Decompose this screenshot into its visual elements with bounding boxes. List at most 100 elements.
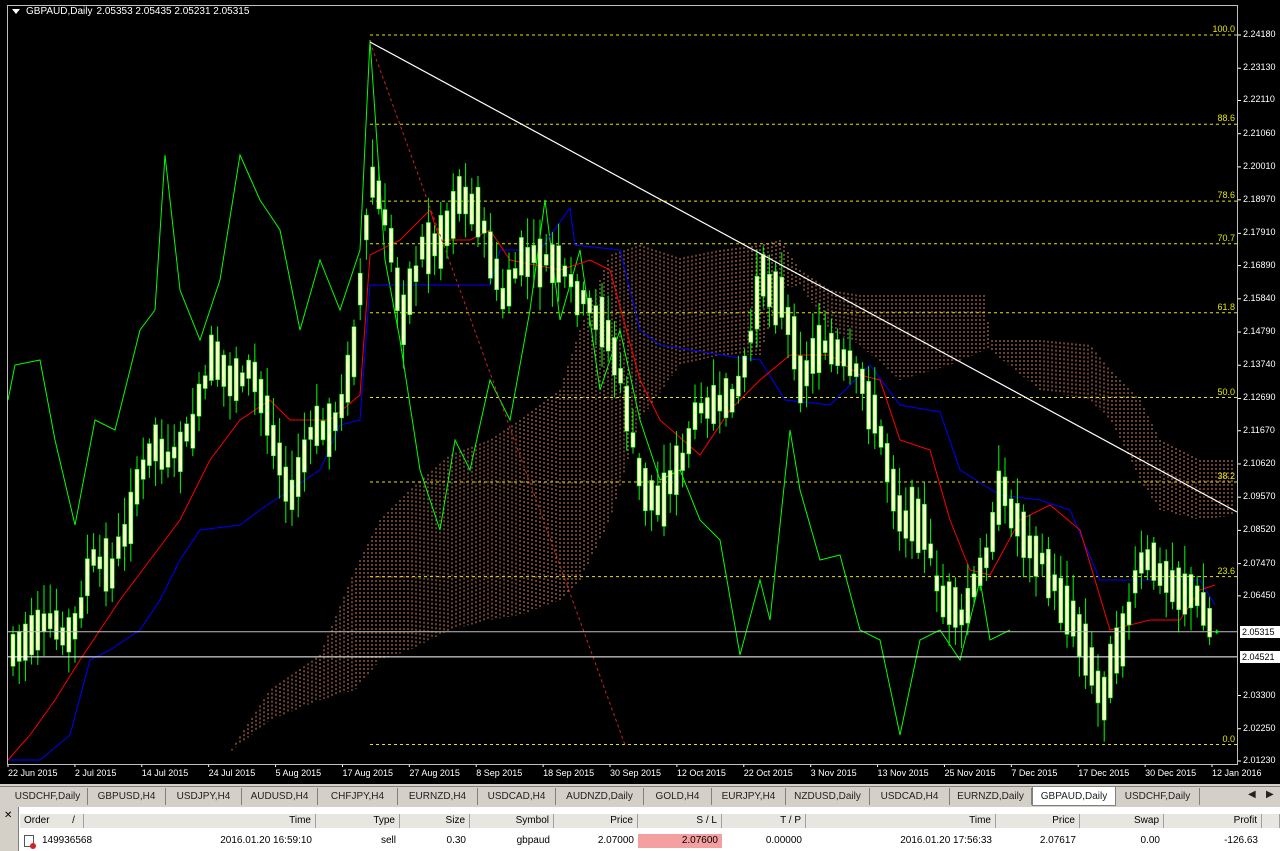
price-tick-label: 2.24180 bbox=[1243, 29, 1276, 39]
candle-body bbox=[1201, 592, 1206, 626]
candle-body bbox=[581, 289, 586, 305]
candle-body bbox=[953, 587, 958, 628]
candle-body bbox=[388, 227, 394, 263]
price-tick-label: 2.12690 bbox=[1243, 392, 1276, 403]
chart-header: GBPAUD,Daily 2.05353 2.05435 2.05231 2.0… bbox=[12, 6, 249, 17]
col-swap[interactable]: Swap bbox=[1080, 814, 1164, 828]
candle-body bbox=[959, 609, 964, 626]
order-size: 0.30 bbox=[446, 835, 466, 846]
col-symbol[interactable]: Symbol bbox=[470, 814, 554, 828]
tab-chfjpy-h4[interactable]: CHFJPY,H4 bbox=[318, 788, 398, 805]
candle-body bbox=[153, 424, 158, 462]
chart-menu-icon[interactable] bbox=[12, 9, 20, 14]
candle-body bbox=[822, 340, 828, 353]
candle-body bbox=[779, 276, 785, 318]
col-sl[interactable]: S / L bbox=[638, 814, 722, 828]
tab-gbpusd-h4[interactable]: GBPUSD,H4 bbox=[88, 788, 166, 805]
tab-usdcad-h4[interactable]: USDCAD,H4 bbox=[478, 788, 556, 805]
price-tick-label: 2.03300 bbox=[1243, 689, 1276, 700]
candle-body bbox=[72, 612, 78, 640]
candle-body bbox=[971, 573, 977, 598]
candle-body bbox=[122, 524, 127, 547]
candle-body bbox=[847, 350, 853, 377]
candle-body bbox=[897, 495, 902, 532]
candle-body bbox=[376, 180, 382, 210]
candle-body bbox=[767, 273, 772, 308]
candle-body bbox=[990, 511, 995, 553]
candle-body bbox=[643, 467, 648, 512]
tab-usdcad-h4[interactable]: USDCAD,H4 bbox=[870, 788, 950, 805]
col-profit[interactable]: Profit bbox=[1164, 814, 1262, 828]
candle-body bbox=[618, 368, 623, 384]
tab-usdjpy-h4[interactable]: USDJPY,H4 bbox=[166, 788, 242, 805]
col-tp[interactable]: T / P bbox=[722, 814, 806, 828]
col-close-price[interactable]: Price bbox=[996, 814, 1080, 828]
price-tick-label: 2.02250 bbox=[1243, 722, 1276, 733]
order-stop-loss[interactable]: 2.07600 bbox=[638, 834, 722, 848]
order-close-price: 2.07617 bbox=[1039, 835, 1076, 846]
candle-body bbox=[599, 296, 605, 348]
candle-body bbox=[835, 339, 840, 367]
date-tick-label: 8 Sep 2015 bbox=[476, 768, 523, 778]
candle-body bbox=[636, 457, 642, 487]
candle-body bbox=[754, 275, 760, 330]
candle-body bbox=[1163, 560, 1169, 593]
tab-eurnzd-daily[interactable]: EURNZD,Daily bbox=[950, 788, 1032, 805]
tab-eurnzd-h4[interactable]: EURNZD,H4 bbox=[398, 788, 478, 805]
col-close-time[interactable]: Time bbox=[806, 814, 996, 828]
tab-usdchf-daily[interactable]: USDCHF,Daily bbox=[1116, 788, 1200, 805]
candle-body bbox=[1120, 613, 1126, 667]
date-tick-label: 30 Sep 2015 bbox=[610, 768, 662, 778]
candle-body bbox=[258, 378, 264, 414]
tab-gbpaud-daily[interactable]: GBPAUD,Daily bbox=[1032, 787, 1116, 806]
order-take-profit[interactable]: 0.00000 bbox=[722, 834, 806, 848]
candle-body bbox=[736, 375, 741, 397]
price-tick-label: 2.17910 bbox=[1243, 227, 1276, 238]
tab-prev-icon[interactable]: ◀ bbox=[1248, 789, 1256, 800]
candle-body bbox=[996, 470, 1002, 525]
col-type[interactable]: Type bbox=[316, 814, 400, 828]
fib-level-label: 70.7 bbox=[1217, 232, 1235, 243]
candle-body bbox=[928, 543, 933, 559]
candle-body bbox=[395, 267, 400, 312]
date-tick-label: 5 Aug 2015 bbox=[275, 768, 322, 778]
date-tick-label: 14 Jul 2015 bbox=[141, 768, 189, 778]
price-chart[interactable]: ✦ bbox=[0, 0, 1280, 784]
candle-body bbox=[271, 424, 276, 457]
candle-body bbox=[1058, 577, 1064, 624]
candle-body bbox=[463, 186, 468, 215]
candle-body bbox=[587, 297, 592, 314]
candle-body bbox=[240, 372, 245, 387]
tab-audusd-h4[interactable]: AUDUSD,H4 bbox=[242, 788, 318, 805]
tab-audnzd-daily[interactable]: AUDNZD,Daily bbox=[556, 788, 644, 805]
tab-eurjpy-h4[interactable]: EURJPY,H4 bbox=[712, 788, 786, 805]
candle-body bbox=[289, 479, 295, 511]
candle-body bbox=[872, 394, 878, 434]
date-tick-label: 22 Oct 2015 bbox=[743, 768, 793, 778]
col-price[interactable]: Price bbox=[554, 814, 638, 828]
tab-nzdusd-daily[interactable]: NZDUSD,Daily bbox=[786, 788, 870, 805]
candle-body bbox=[977, 557, 983, 587]
col-size[interactable]: Size bbox=[400, 814, 470, 828]
candle-body bbox=[550, 244, 555, 284]
candle-body bbox=[593, 305, 599, 330]
candle-body bbox=[519, 237, 524, 276]
col-time[interactable]: Time bbox=[84, 814, 316, 828]
tab-gold-h4[interactable]: GOLD,H4 bbox=[644, 788, 712, 805]
candle-body bbox=[227, 365, 233, 397]
candle-body bbox=[333, 412, 338, 432]
candle-body bbox=[364, 214, 369, 241]
fib-level-label: 78.6 bbox=[1217, 190, 1235, 201]
candle-body bbox=[612, 337, 617, 376]
candle-body bbox=[1126, 601, 1132, 626]
candle-body bbox=[1070, 600, 1076, 637]
tab-next-icon[interactable]: ▶ bbox=[1266, 789, 1274, 800]
chart-ohlc: 2.05353 2.05435 2.05231 2.05315 bbox=[96, 6, 250, 17]
price-tick-label: 2.21060 bbox=[1243, 127, 1276, 138]
close-icon[interactable]: ✕ bbox=[4, 810, 12, 821]
candle-body bbox=[742, 355, 747, 378]
candle-body bbox=[1188, 574, 1194, 609]
date-tick-label: 3 Nov 2015 bbox=[810, 768, 857, 778]
tab-usdchf-daily[interactable]: USDCHF,Daily bbox=[8, 788, 88, 805]
chart-area[interactable]: ✦ GBPAUD,Daily 2.05353 2.05435 2.05231 2… bbox=[0, 0, 1280, 784]
